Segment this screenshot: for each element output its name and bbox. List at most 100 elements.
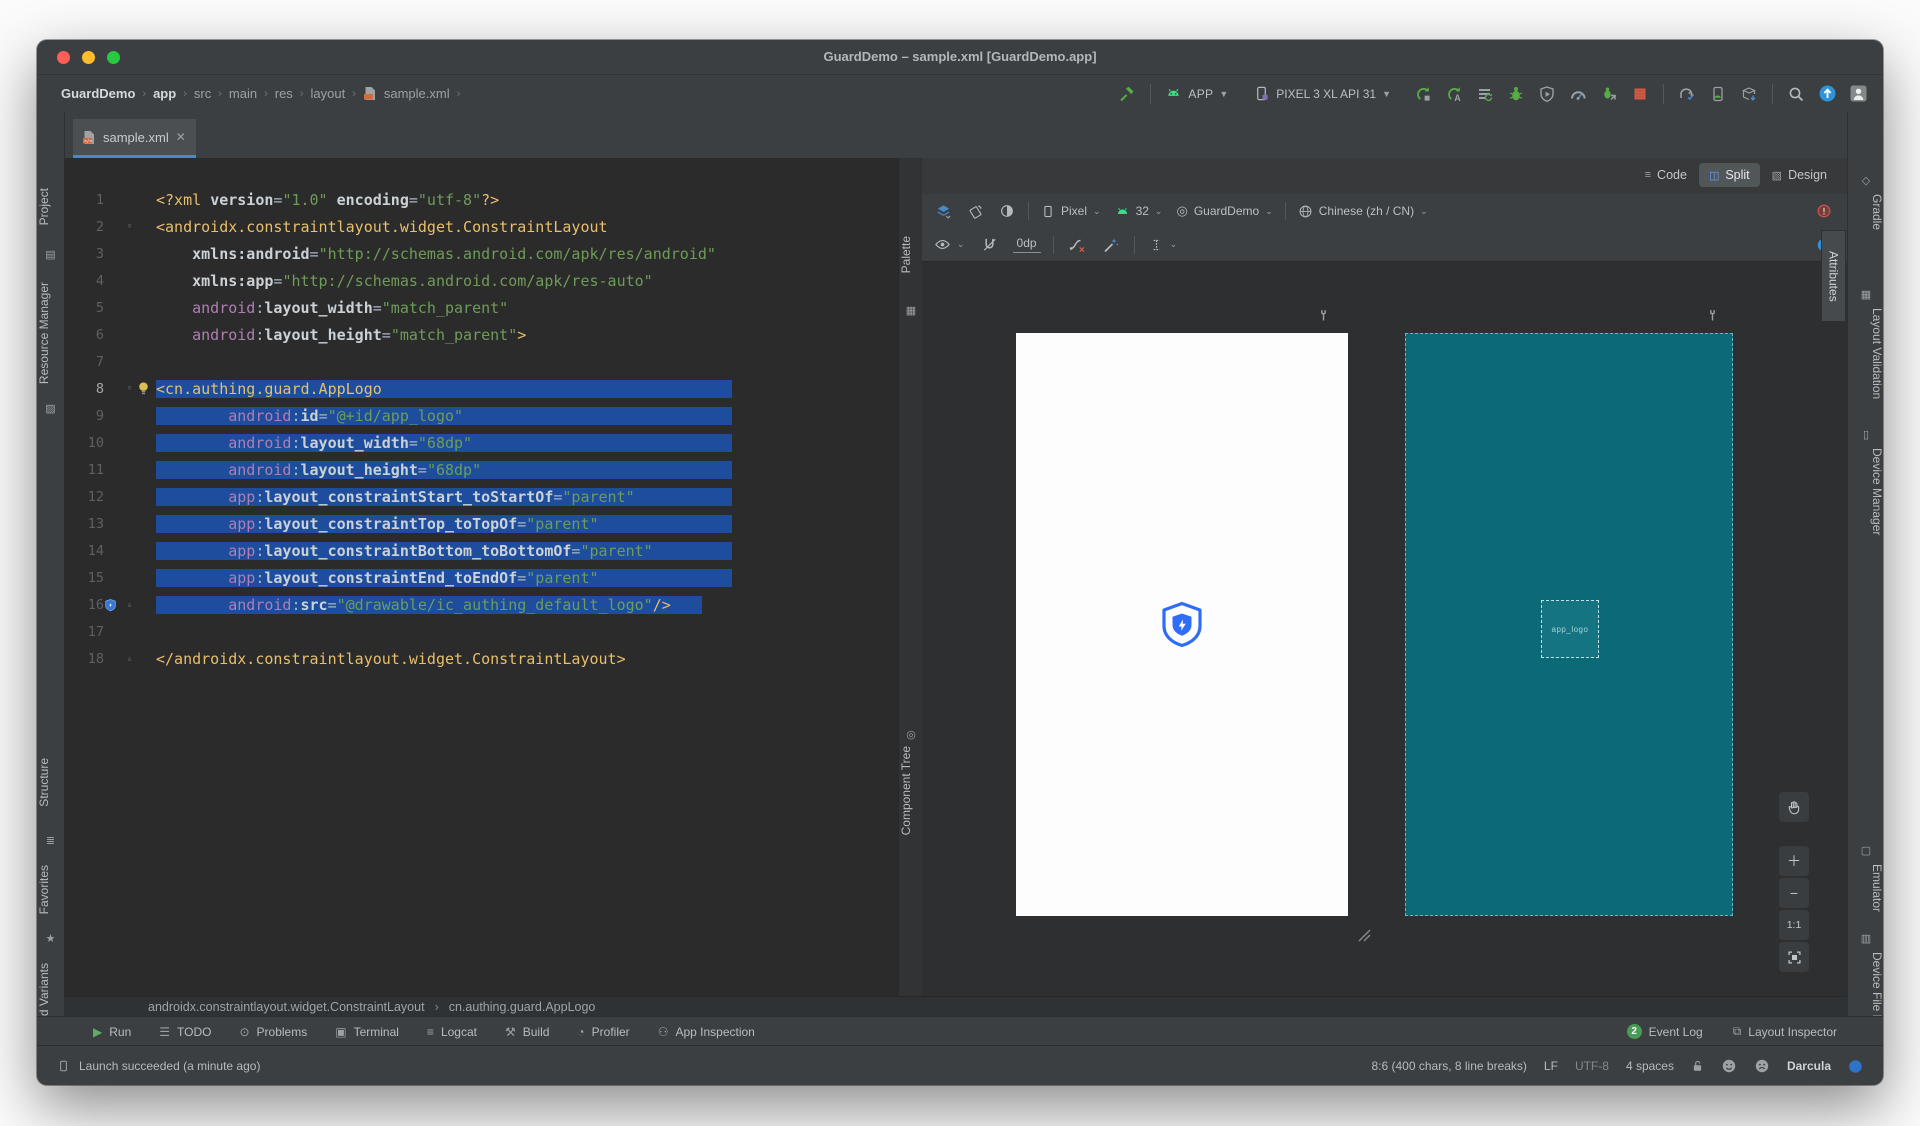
zoom-to-fit-button[interactable] xyxy=(1779,942,1809,972)
build-hammer-icon[interactable] xyxy=(1116,83,1138,105)
sdk-manager-icon[interactable] xyxy=(1738,83,1760,105)
editor-breadcrumb-leaf[interactable]: cn.authing.guard.AppLogo xyxy=(449,1000,596,1014)
tool-window-button-event-log[interactable]: 2Event Log xyxy=(1627,1024,1703,1039)
sidebar-item-layout-validation[interactable]: Layout Validation xyxy=(1848,308,1883,399)
night-mode-icon[interactable] xyxy=(996,200,1018,222)
device-selector[interactable]: PIXEL 3 XL API 31 ▼ xyxy=(1251,85,1393,102)
search-everywhere-icon[interactable] xyxy=(1785,83,1807,105)
breadcrumb-item-sample-xml[interactable]: sample.xml xyxy=(384,86,450,101)
blueprint-app-logo-box[interactable]: app_logo xyxy=(1541,600,1599,658)
issues-panel-icon[interactable] xyxy=(1813,200,1835,222)
sidebar-item-emulator[interactable]: Emulator xyxy=(1848,864,1883,912)
profiler-icon[interactable] xyxy=(1567,83,1589,105)
code-line-3[interactable]: 3 xmlns:android="http://schemas.android.… xyxy=(64,240,898,267)
apply-changes-icon[interactable] xyxy=(1412,83,1434,105)
code-line-2[interactable]: 2▿<androidx.constraintlayout.widget.Cons… xyxy=(64,213,898,240)
tab-palette[interactable]: Palette xyxy=(899,236,923,273)
breadcrumb-item-app[interactable]: app xyxy=(153,86,176,101)
default-margin-selector[interactable]: 0dp xyxy=(1013,236,1041,253)
tool-window-button-logcat[interactable]: ≡Logcat xyxy=(427,1025,477,1039)
locale-selector[interactable]: Chinese (zh / CN)⌄ xyxy=(1296,204,1430,219)
indent-setting[interactable]: 4 spaces xyxy=(1626,1059,1674,1073)
design-surface[interactable]: app_logo ＋ − 1:1 xyxy=(922,262,1847,996)
pack-align-selector[interactable]: ⌄ xyxy=(1147,237,1180,253)
file-encoding[interactable]: UTF-8 xyxy=(1575,1059,1609,1073)
design-surface-icon[interactable] xyxy=(932,200,954,222)
zoom-out-button[interactable]: − xyxy=(1779,878,1809,908)
design-preview[interactable] xyxy=(1016,333,1348,916)
status-message-group[interactable]: Launch succeeded (a minute ago) xyxy=(37,1059,260,1073)
tool-window-button-layout-inspector[interactable]: ⧉Layout Inspector xyxy=(1733,1024,1837,1039)
tool-window-button-todo[interactable]: ☰TODO xyxy=(159,1025,211,1039)
gutter-drawable-shield-icon[interactable] xyxy=(104,598,122,612)
breadcrumb-item-src[interactable]: src xyxy=(194,86,211,101)
mode-code[interactable]: ≡Code xyxy=(1635,163,1697,187)
fold-marker-icon[interactable]: ▵ xyxy=(122,653,137,664)
breadcrumb-item-guarddemo[interactable]: GuardDemo xyxy=(61,86,135,101)
code-line-12[interactable]: 12 app:layout_constraintStart_toStartOf=… xyxy=(64,483,898,510)
code-line-16[interactable]: 16▵ android:src="@drawable/ic_authing_de… xyxy=(64,591,898,618)
infer-constraints-icon[interactable] xyxy=(1100,234,1122,256)
code-line-8[interactable]: 8▿<cn.authing.guard.AppLogo xyxy=(64,375,898,402)
zoom-in-button[interactable]: ＋ xyxy=(1779,846,1809,876)
code-line-7[interactable]: 7 xyxy=(64,348,898,375)
code-line-13[interactable]: 13 app:layout_constraintTop_toTopOf="par… xyxy=(64,510,898,537)
code-line-15[interactable]: 15 app:layout_constraintEnd_toEndOf="par… xyxy=(64,564,898,591)
unlock-icon[interactable] xyxy=(1691,1059,1704,1073)
sync-gradle-icon[interactable] xyxy=(1676,83,1698,105)
sidebar-item-resource-manager[interactable]: Resource Manager xyxy=(37,282,64,384)
theme-selector[interactable]: ◎ GuardDemo⌄ xyxy=(1174,203,1274,219)
apply-code-changes-icon[interactable]: A xyxy=(1443,83,1465,105)
sidebar-item-structure[interactable]: Structure xyxy=(37,758,64,807)
api-level-selector[interactable]: 32⌄ xyxy=(1113,204,1165,219)
code-line-1[interactable]: 1<?xml version="1.0" encoding="utf-8"?> xyxy=(64,186,898,213)
tab-sample-xml[interactable]: </> sample.xml ✕ xyxy=(73,119,196,158)
blueprint-preview[interactable]: app_logo xyxy=(1405,333,1733,916)
tool-window-button-terminal[interactable]: ▣Terminal xyxy=(335,1025,399,1039)
code-editor[interactable]: 1<?xml version="1.0" encoding="utf-8"?>2… xyxy=(64,158,898,996)
intention-bulb-icon[interactable] xyxy=(137,381,156,396)
pan-tool-button[interactable] xyxy=(1779,792,1809,822)
authing-shield-logo[interactable] xyxy=(1158,600,1206,648)
sidebar-item-favorites[interactable]: Favorites xyxy=(37,865,64,914)
sidebar-item-project[interactable]: Project xyxy=(37,188,64,225)
profile-low-overhead-icon[interactable] xyxy=(1536,83,1558,105)
debug-icon[interactable] xyxy=(1505,83,1527,105)
editor-breadcrumb-root[interactable]: androidx.constraintlayout.widget.Constra… xyxy=(148,1000,425,1014)
run-config-selector[interactable]: APP ▼ xyxy=(1163,85,1230,102)
device-manager-icon[interactable] xyxy=(1707,83,1729,105)
breadcrumb-item-main[interactable]: main xyxy=(229,86,257,101)
preview-device-selector[interactable]: Pixel⌄ xyxy=(1039,204,1103,219)
view-options[interactable]: ⌄ xyxy=(932,236,967,253)
mode-split[interactable]: ◫Split xyxy=(1699,163,1760,187)
happy-face-icon[interactable] xyxy=(1721,1058,1737,1074)
user-account-icon[interactable] xyxy=(1847,83,1869,105)
close-icon[interactable]: ✕ xyxy=(176,130,186,144)
preview-resize-handle[interactable] xyxy=(1355,926,1371,942)
rerun-icon[interactable] xyxy=(1474,83,1496,105)
fold-marker-icon[interactable]: ▿ xyxy=(122,383,137,394)
fold-marker-icon[interactable]: ▿ xyxy=(122,221,137,232)
sidebar-item-device-manager[interactable]: Device Manager xyxy=(1848,448,1883,535)
tab-attributes[interactable]: Attributes xyxy=(1821,230,1846,322)
mode-design[interactable]: ▧Design xyxy=(1762,163,1837,187)
code-line-18[interactable]: 18▵</androidx.constraintlayout.widget.Co… xyxy=(64,645,898,672)
orientation-icon[interactable] xyxy=(964,200,986,222)
code-line-9[interactable]: 9 android:id="@+id/app_logo" xyxy=(64,402,898,429)
autoconnect-off-icon[interactable] xyxy=(979,234,1001,256)
tool-window-button-build[interactable]: ⚒Build xyxy=(505,1025,549,1039)
stop-icon[interactable] xyxy=(1629,83,1651,105)
code-line-6[interactable]: 6 android:layout_height="match_parent"> xyxy=(64,321,898,348)
code-line-4[interactable]: 4 xmlns:app="http://schemas.android.com/… xyxy=(64,267,898,294)
breadcrumb-item-layout[interactable]: layout xyxy=(310,86,345,101)
tool-window-button-profiler[interactable]: ◔Profiler xyxy=(577,1025,629,1039)
code-line-10[interactable]: 10 android:layout_width="68dp" xyxy=(64,429,898,456)
tool-window-button-problems[interactable]: ⊙Problems xyxy=(239,1025,307,1039)
tool-window-button-run[interactable]: ▶Run xyxy=(93,1025,131,1039)
caret-position[interactable]: 8:6 (400 chars, 8 line breaks) xyxy=(1372,1059,1527,1073)
tab-component-tree[interactable]: Component Tree xyxy=(899,746,923,835)
code-line-14[interactable]: 14 app:layout_constraintBottom_toBottomO… xyxy=(64,537,898,564)
sad-face-icon[interactable] xyxy=(1754,1058,1770,1074)
breadcrumb[interactable]: GuardDemo›app›src›main›res›layout›sample… xyxy=(37,86,460,101)
dynamic-theme-icon[interactable] xyxy=(1848,1059,1863,1074)
